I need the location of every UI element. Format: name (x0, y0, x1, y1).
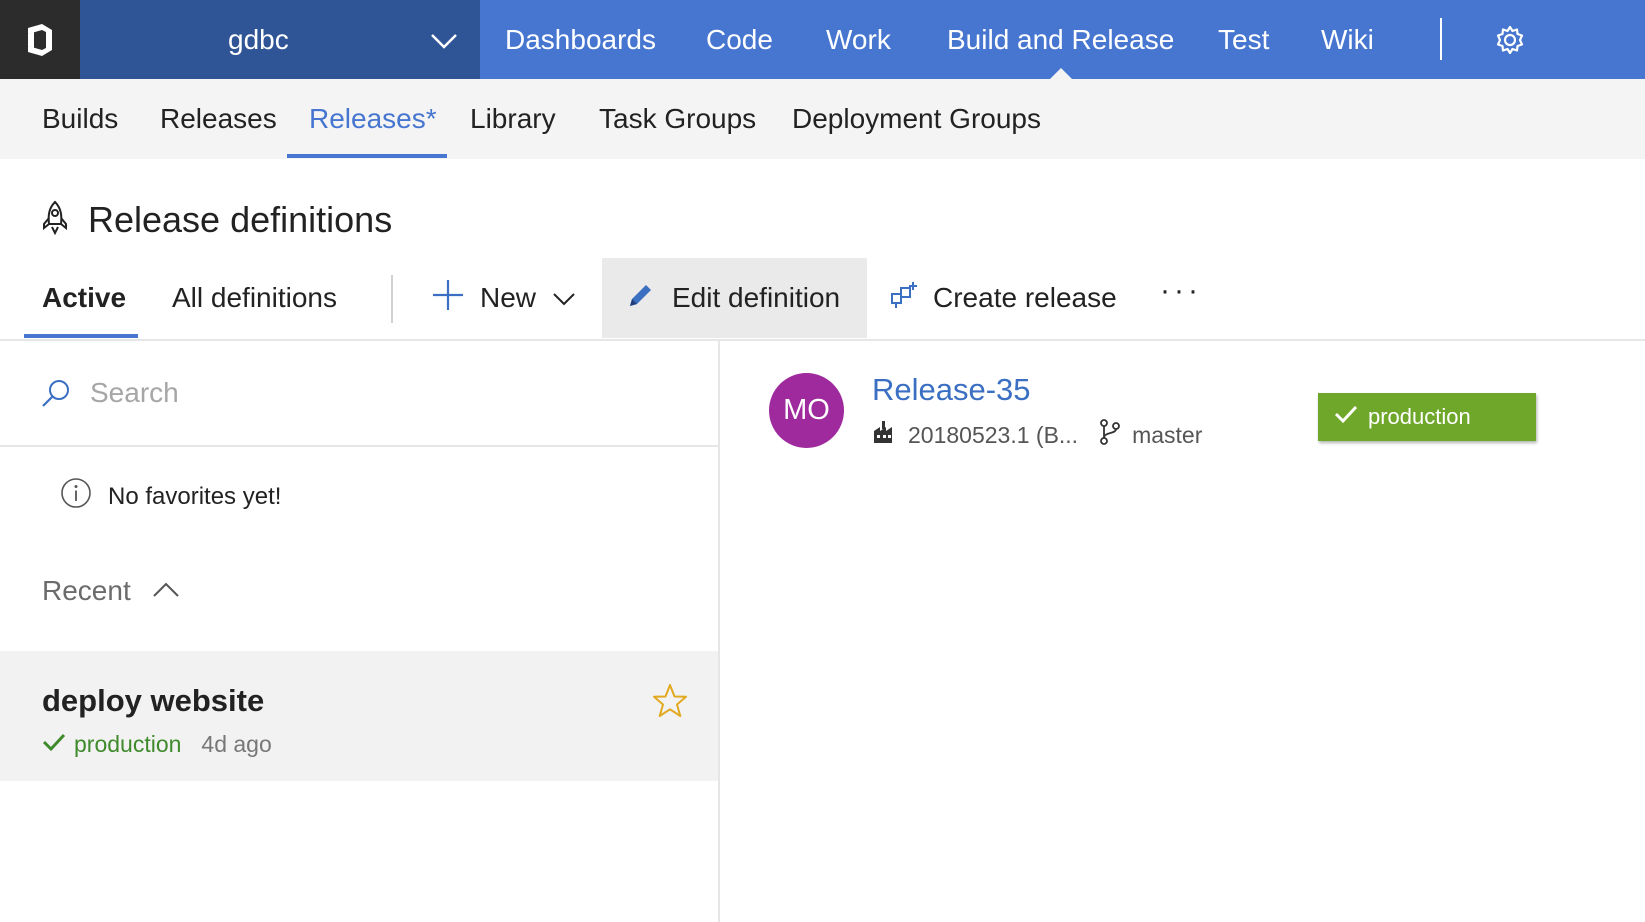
info-icon (60, 477, 92, 516)
page-title: Release definitions (88, 199, 393, 240)
list-item[interactable]: deploy website production 4d ago (0, 651, 718, 781)
recent-section-toggle[interactable]: Recent (42, 575, 181, 607)
create-release-label: Create release (933, 282, 1117, 313)
tab-task-groups[interactable]: Task Groups (599, 103, 756, 135)
hub-wiki[interactable]: Wiki (1321, 24, 1374, 56)
definition-environment: production (74, 731, 182, 757)
environment-badge-label: production (1368, 404, 1471, 429)
tab-deployment-groups[interactable]: Deployment Groups (792, 103, 1041, 135)
tab-builds[interactable]: Builds (42, 103, 118, 135)
release-branch: master (1132, 421, 1203, 448)
chevron-down-icon (552, 282, 576, 314)
vsts-logo-icon[interactable] (0, 0, 80, 79)
definition-time: 4d ago (201, 731, 272, 757)
hub-test[interactable]: Test (1218, 24, 1269, 56)
tab-releases[interactable]: Releases (160, 103, 277, 135)
tab-releases-preview[interactable]: Releases* (309, 103, 437, 135)
release-name-link[interactable]: Release-35 (872, 372, 1031, 408)
sub-navigation: Builds Releases Releases* Library Task G… (0, 79, 1645, 159)
header-divider (1440, 18, 1442, 60)
toolbar-divider (391, 275, 393, 323)
definitions-pane: No favorites yet! Recent deploy website … (0, 341, 720, 922)
new-button[interactable]: New (430, 258, 590, 338)
active-tab-underline (287, 154, 447, 158)
branch-icon (1098, 418, 1122, 452)
page-header: Release definitions (40, 196, 392, 244)
avatar: MO (769, 373, 844, 448)
search-input[interactable] (90, 371, 690, 415)
create-release-icon (889, 280, 919, 317)
edit-definition-button[interactable]: Edit definition (602, 258, 867, 338)
release-build-number: 20180523.1 (B... (908, 421, 1079, 448)
project-name: gdbc (228, 24, 289, 55)
pivot-active[interactable]: Active (42, 282, 126, 314)
hub-code[interactable]: Code (706, 24, 773, 56)
no-favorites-text: No favorites yet! (108, 482, 282, 510)
search-icon (40, 377, 72, 414)
definition-name: deploy website (42, 683, 265, 718)
pencil-icon (626, 280, 656, 317)
top-navigation-bar: gdbc Dashboards Code Work Build and Rele… (0, 0, 1645, 79)
edit-definition-label: Edit definition (672, 282, 841, 313)
new-button-label: New (480, 282, 537, 313)
active-pivot-underline (24, 334, 138, 338)
rocket-icon (40, 200, 70, 241)
star-icon[interactable] (652, 683, 688, 724)
tab-library[interactable]: Library (470, 103, 556, 135)
checkmark-icon (1334, 404, 1358, 430)
build-factory-icon (872, 419, 898, 451)
release-metadata: 20180523.1 (B... master (872, 418, 1202, 452)
definition-status: production 4d ago (42, 731, 272, 758)
pivot-all-definitions[interactable]: All definitions (172, 282, 337, 314)
checkmark-icon (42, 731, 66, 758)
recent-label: Recent (42, 575, 131, 606)
more-actions-icon[interactable]: ··· (1160, 274, 1202, 308)
toolbar: Active All definitions New Edit definiti… (0, 258, 1645, 341)
hub-work[interactable]: Work (826, 24, 891, 56)
no-favorites-message: No favorites yet! (60, 477, 281, 516)
chevron-up-icon (151, 579, 181, 604)
hub-build-and-release[interactable]: Build and Release (947, 24, 1174, 56)
gear-icon[interactable] (1494, 24, 1526, 61)
search-box (0, 341, 718, 447)
active-hub-indicator (1050, 68, 1072, 79)
environment-status-badge[interactable]: production (1318, 393, 1536, 441)
hub-dashboards[interactable]: Dashboards (505, 24, 656, 56)
project-selector[interactable]: gdbc (80, 0, 480, 79)
plus-icon (430, 277, 466, 320)
create-release-button[interactable]: Create release (889, 258, 1129, 338)
chevron-down-icon (430, 26, 458, 58)
